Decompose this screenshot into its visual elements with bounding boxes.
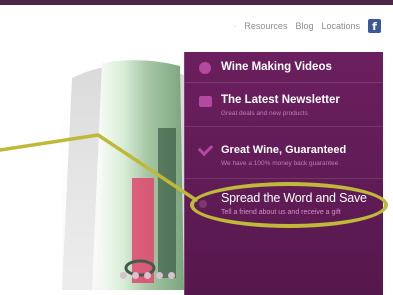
- newsletter-icon: [199, 96, 212, 107]
- promo-item-subtitle: We have a 100% money back guarantee: [221, 160, 339, 167]
- slider-dot[interactable]: [144, 272, 151, 279]
- checkmark-icon: [197, 140, 214, 157]
- promo-sidebar-panel: Wine Making Videos The Latest Newsletter…: [184, 52, 383, 295]
- slider-dot[interactable]: [120, 272, 127, 279]
- slider-pagination: [120, 272, 175, 279]
- hero-bottle-image: [62, 58, 190, 290]
- slider-dot[interactable]: [132, 272, 139, 279]
- annotation-highlight-ellipse: [190, 182, 388, 228]
- promo-item-title: Great Wine, Guaranteed: [221, 144, 347, 156]
- promo-item-newsletter[interactable]: The Latest Newsletter Great deals and ne…: [185, 82, 383, 127]
- promo-item-title: The Latest Newsletter: [221, 94, 340, 106]
- screenshot-frame: · Resources Blog Locations f Wine Making…: [0, 0, 393, 295]
- hero-left-fade: [62, 58, 102, 290]
- promo-item-wine-videos[interactable]: Wine Making Videos: [185, 52, 383, 83]
- bottle-shadow: [158, 128, 176, 278]
- nav-separator: ·: [233, 21, 237, 31]
- top-navigation: · Resources Blog Locations f: [234, 15, 381, 37]
- play-circle-icon: [199, 62, 211, 74]
- nav-link-resources[interactable]: Resources: [244, 21, 287, 31]
- wine-pour: [132, 178, 154, 283]
- slider-dot[interactable]: [156, 272, 163, 279]
- promo-item-title: Wine Making Videos: [221, 61, 332, 73]
- slider-dot[interactable]: [168, 272, 175, 279]
- promo-item-guarantee[interactable]: Great Wine, Guaranteed We have a 100% mo…: [185, 126, 383, 179]
- nav-link-blog[interactable]: Blog: [295, 21, 313, 31]
- facebook-icon[interactable]: f: [368, 19, 381, 33]
- promo-item-subtitle: Great deals and new products: [221, 110, 308, 117]
- header-strip: [0, 0, 393, 5]
- nav-link-locations[interactable]: Locations: [321, 21, 360, 31]
